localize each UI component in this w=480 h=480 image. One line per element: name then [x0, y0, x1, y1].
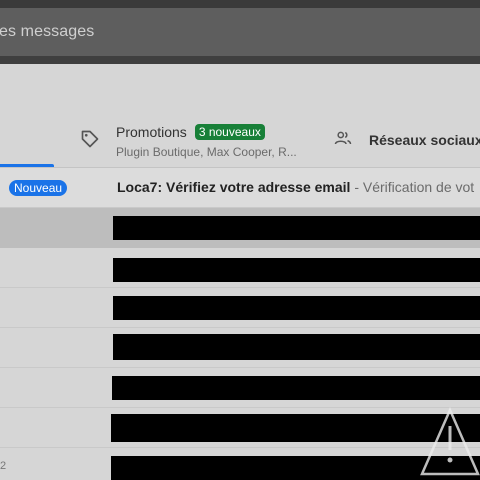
new-count-badge: 3 nouveaux — [194, 124, 265, 140]
email-snippet: - Vérification de vot — [350, 179, 475, 195]
tab-promotions[interactable]: Promotions 3 nouveaux Plugin Boutique, M… — [80, 122, 297, 162]
email-row[interactable] — [0, 288, 480, 328]
redacted-content — [113, 216, 480, 240]
people-icon — [334, 129, 352, 152]
email-row[interactable] — [0, 328, 480, 368]
promotions-senders: Plugin Boutique, Max Cooper, R... — [116, 145, 297, 159]
email-preview: Loca7: Vérifiez votre adresse email - Vé… — [117, 179, 474, 195]
email-row[interactable]: 2 — [0, 448, 480, 480]
search-placeholder[interactable]: es messages — [0, 23, 94, 41]
redacted-content — [113, 334, 480, 360]
window-top-strip — [0, 0, 480, 8]
new-badge: Nouveau — [9, 180, 68, 196]
tag-icon — [80, 122, 100, 154]
email-row[interactable] — [0, 408, 480, 448]
email-row-selected[interactable] — [0, 208, 480, 248]
redacted-content — [112, 376, 480, 400]
email-row-unread[interactable]: Nouveau Loca7: Vérifiez votre adresse em… — [0, 168, 480, 208]
email-row[interactable] — [0, 368, 480, 408]
tab-social-label: Réseaux sociaux — [369, 132, 480, 148]
watermark-triangle-icon — [420, 406, 480, 476]
search-bar[interactable]: es messages — [0, 8, 480, 56]
redacted-content — [113, 258, 480, 282]
email-date: 2 — [0, 460, 7, 472]
redacted-content — [113, 296, 480, 320]
header-divider — [0, 56, 480, 64]
tab-promotions-label: Promotions — [116, 124, 187, 140]
email-subject: Loca7: Vérifiez votre adresse email — [117, 179, 351, 195]
tab-social[interactable]: Réseaux sociaux — [334, 130, 480, 150]
email-row[interactable] — [0, 248, 480, 288]
